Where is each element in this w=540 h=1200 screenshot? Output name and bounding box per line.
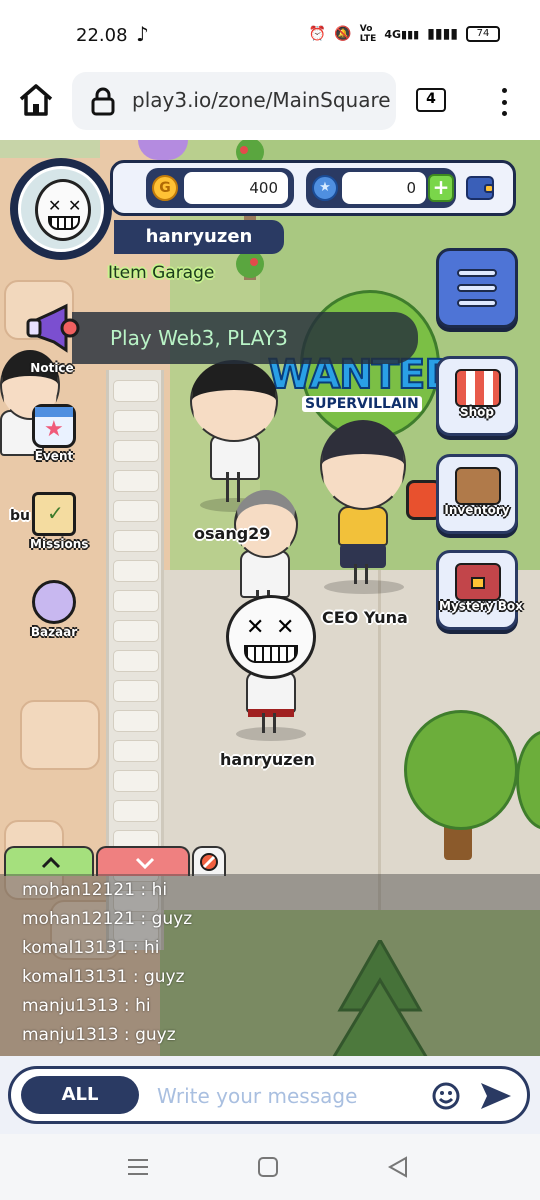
treasure-chest-icon <box>455 563 501 601</box>
wanted-sign-subtitle: SUPERVILLAIN <box>302 396 422 412</box>
x-eye-icon: ✕ <box>246 615 265 640</box>
signal-icon: ▮▮▮▮ <box>427 26 458 42</box>
chat-message: manju1313 : guyz <box>22 1025 176 1045</box>
lock-icon <box>91 87 115 116</box>
browser-menu-icon[interactable] <box>494 84 514 120</box>
inventory-button[interactable]: Inventory <box>436 454 518 534</box>
main-menu-button[interactable] <box>436 248 518 328</box>
bazaar-label: Bazaar <box>30 625 78 639</box>
wallet-icon[interactable] <box>466 176 494 200</box>
event-button[interactable]: ★ Event <box>30 404 78 463</box>
chat-message: komal13131 : guyz <box>22 967 185 987</box>
emoji-icon[interactable] <box>431 1081 461 1111</box>
coin-balance: G 400 <box>146 168 294 208</box>
megaphone-icon[interactable] <box>26 302 80 358</box>
home-icon[interactable] <box>16 80 56 120</box>
chat-input-bar: ALL <box>0 1056 540 1134</box>
bazaar-button[interactable]: Bazaar <box>30 580 78 639</box>
event-label: Event <box>34 449 74 463</box>
home-nav-icon[interactable] <box>256 1156 280 1178</box>
chat-message-input[interactable] <box>157 1079 417 1113</box>
shop-button[interactable]: Shop <box>436 356 518 436</box>
chat-message: manju1313 : hi <box>22 996 151 1016</box>
username-plate: hanryuzen <box>114 220 284 254</box>
mystery-box-button[interactable]: Mystery Box <box>436 550 523 630</box>
volte-icon: Vo LTE <box>359 24 377 44</box>
mystery-box-label: Mystery Box <box>439 599 523 613</box>
player-name-osang29: osang29 <box>194 524 271 543</box>
chat-tabs <box>0 846 230 876</box>
chevron-down-icon <box>135 857 155 870</box>
gem-value: 0 <box>342 172 426 204</box>
back-icon[interactable] <box>386 1156 410 1178</box>
missions-button[interactable]: ✓ Missions <box>30 492 89 551</box>
recent-apps-icon[interactable] <box>126 1156 150 1178</box>
chevron-up-icon <box>41 856 61 869</box>
alarm-icon: ⏰ <box>308 26 327 42</box>
block-icon <box>200 853 218 871</box>
battery-icon: 74 <box>466 26 500 42</box>
chat-message: komal13131 : hi <box>22 938 160 958</box>
gem-balance: ★ 0 + <box>306 168 456 208</box>
signal-4g-icon: 4G▮▮▮ <box>384 27 420 41</box>
calendar-star-icon: ★ <box>32 404 76 448</box>
mute-icon: 🔕 <box>334 26 352 42</box>
bazaar-icon <box>32 580 76 624</box>
npc-name-ceo-yuna: CEO Yuna <box>322 608 408 627</box>
inventory-label: Inventory <box>444 503 510 517</box>
chat-expand-button[interactable] <box>4 846 94 876</box>
add-gems-button[interactable]: + <box>428 174 454 202</box>
status-icons: ⏰ 🔕 Vo LTE 4G▮▮▮ ▮▮▮▮ 74 <box>309 24 500 44</box>
url-text: play3.io/zone/MainSquare <box>132 88 391 112</box>
chat-block-button[interactable] <box>192 846 226 876</box>
status-bar: 22.08 ♪ ⏰ 🔕 Vo LTE 4G▮▮▮ ▮▮▮▮ 74 <box>0 0 540 66</box>
chat-log[interactable]: mohan12121 : hi mohan12121 : guyz komal1… <box>0 874 540 1056</box>
player-name-hanryuzen: hanryuzen <box>220 750 315 769</box>
partial-name-label: bu <box>10 508 30 524</box>
announcement-banner: Play Web3, PLAY3 <box>72 312 418 364</box>
chat-input-container: ALL <box>8 1066 530 1124</box>
cobblestone <box>20 700 100 770</box>
x-eye-icon: ✕ <box>276 615 295 640</box>
notice-label: Notice <box>30 361 74 375</box>
missions-label: Missions <box>30 537 89 551</box>
gem-icon: ★ <box>312 175 338 201</box>
avatar[interactable]: ✕ ✕ <box>10 158 112 260</box>
chat-channel-button[interactable]: ALL <box>21 1076 139 1114</box>
browser-toolbar: play3.io/zone/MainSquare 4 <box>0 66 540 140</box>
music-note-icon: ♪ <box>136 22 149 46</box>
tab-switcher-button[interactable]: 4 <box>416 88 446 112</box>
system-nav-bar <box>0 1134 540 1200</box>
chat-message: mohan12121 : hi <box>22 880 168 900</box>
chat-collapse-button[interactable] <box>96 846 190 876</box>
coin-value: 400 <box>184 172 288 204</box>
address-bar[interactable]: play3.io/zone/MainSquare <box>72 72 396 130</box>
scroll-icon: ✓ <box>32 492 76 536</box>
notice-button[interactable]: Notice <box>28 352 76 375</box>
item-garage-label[interactable]: Item Garage <box>108 263 214 283</box>
status-time: 22.08 <box>76 25 128 46</box>
send-icon[interactable] <box>479 1079 513 1113</box>
chat-message: mohan12121 : guyz <box>22 909 193 929</box>
building-roof <box>0 140 100 158</box>
coin-icon: G <box>152 175 178 201</box>
shop-label: Shop <box>459 405 495 419</box>
shop-icon <box>455 369 501 407</box>
briefcase-icon <box>455 467 501 505</box>
